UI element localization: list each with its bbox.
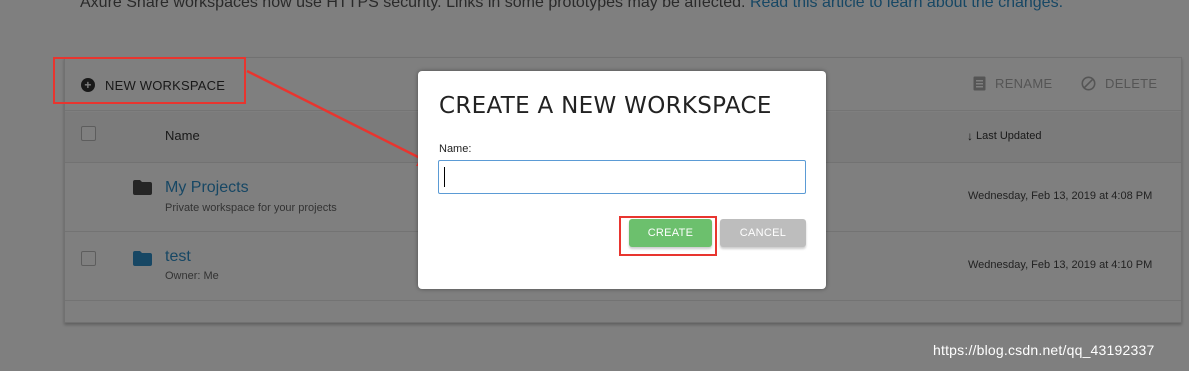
- workspace-name-input[interactable]: [438, 160, 806, 194]
- text-cursor: [444, 167, 445, 187]
- create-workspace-dialog: CREATE A NEW WORKSPACE Name: CREATE CANC…: [418, 71, 826, 289]
- cancel-button[interactable]: CANCEL: [720, 219, 806, 247]
- name-label: Name:: [439, 143, 472, 155]
- annotation-box-create: [619, 216, 717, 256]
- watermark: https://blog.csdn.net/qq_43192337: [933, 342, 1155, 358]
- dialog-title: CREATE A NEW WORKSPACE: [439, 93, 772, 119]
